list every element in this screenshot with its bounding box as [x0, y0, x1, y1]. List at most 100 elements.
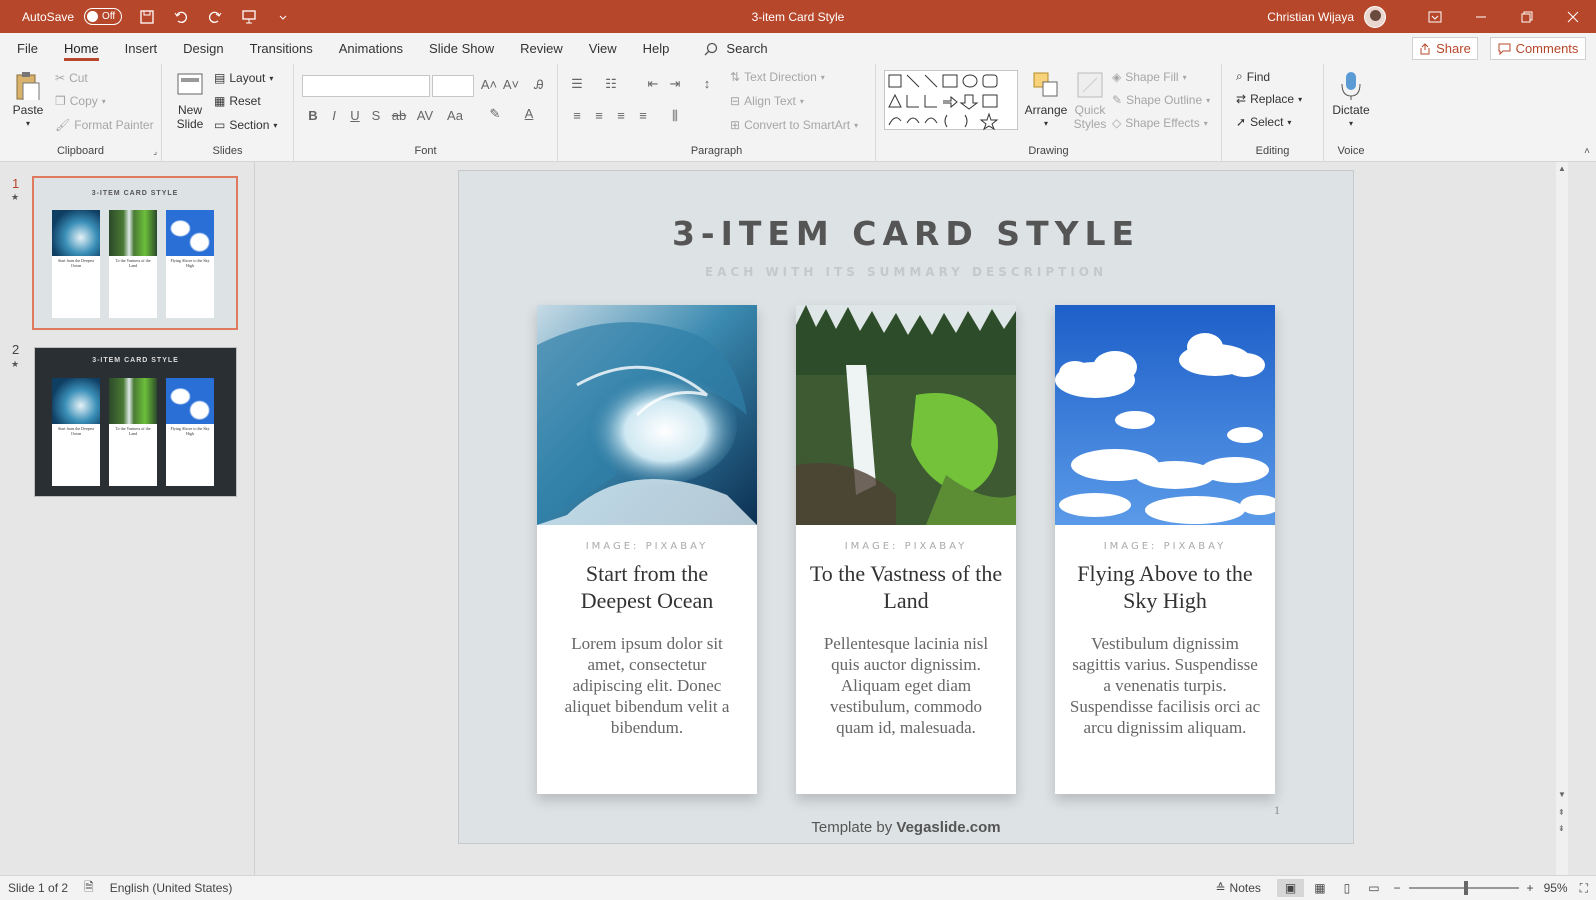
- fit-to-window-icon[interactable]: ⛶: [1580, 881, 1588, 896]
- format-painter-button[interactable]: 🖌 Format Painter: [55, 118, 154, 132]
- bold-icon[interactable]: B: [304, 108, 322, 123]
- spell-check-icon[interactable]: 🗎: [84, 878, 94, 899]
- card-body[interactable]: Lorem ipsum dolor sit amet, consectetur …: [551, 633, 743, 738]
- highlight-color-icon[interactable]: ✎: [486, 106, 504, 122]
- numbering-icon[interactable]: ☷: [602, 76, 620, 92]
- collapse-ribbon-icon[interactable]: ˄: [1584, 146, 1590, 157]
- waterfall-forest-image[interactable]: [796, 305, 1016, 525]
- zoom-level[interactable]: 95%: [1544, 881, 1568, 895]
- card-heading[interactable]: Start from the Deepest Ocean: [549, 560, 745, 614]
- minimize-icon[interactable]: [1458, 0, 1504, 33]
- card-body[interactable]: Vestibulum dignissim sagittis varius. Su…: [1069, 633, 1261, 738]
- restore-icon[interactable]: [1504, 0, 1550, 33]
- slide-thumbnail-1[interactable]: 3-ITEM CARD STYLE Start from the Deepest…: [32, 176, 238, 330]
- card-heading[interactable]: Flying Above to the Sky High: [1067, 560, 1263, 614]
- redo-icon[interactable]: [206, 8, 224, 26]
- share-button[interactable]: Share: [1412, 37, 1478, 60]
- vertical-scrollbar[interactable]: ▲ ▼ ⇞ ⇟: [1556, 162, 1568, 875]
- comments-button[interactable]: Comments: [1490, 37, 1586, 60]
- shape-fill-button[interactable]: ◈ Shape Fill ▾: [1112, 70, 1187, 84]
- avatar[interactable]: [1364, 5, 1386, 28]
- bullets-icon[interactable]: ☰: [568, 76, 586, 92]
- zoom-slider-thumb[interactable]: [1463, 881, 1468, 895]
- card-land[interactable]: IMAGE: PIXABAY To the Vastness of the La…: [796, 305, 1016, 794]
- tab-insert[interactable]: Insert: [112, 33, 171, 64]
- slide-subtitle[interactable]: EACH WITH ITS SUMMARY DESCRIPTION: [459, 265, 1353, 279]
- copy-button[interactable]: ❐ Copy ▾: [55, 94, 106, 108]
- tab-slide-show[interactable]: Slide Show: [416, 33, 507, 64]
- customize-toolbar-icon[interactable]: [274, 8, 292, 26]
- zoom-out-icon[interactable]: −: [1394, 881, 1401, 895]
- shape-effects-button[interactable]: ◇ Shape Effects ▾: [1112, 116, 1208, 130]
- text-direction-button[interactable]: ⇅ Text Direction ▾: [730, 70, 825, 84]
- change-case-icon[interactable]: Aa: [446, 108, 464, 123]
- blue-sky-image[interactable]: [1055, 305, 1275, 525]
- layout-button[interactable]: ▤ Layout ▾: [214, 71, 273, 85]
- columns-icon[interactable]: ⫼: [666, 108, 684, 124]
- close-icon[interactable]: [1550, 0, 1596, 33]
- slide-footer[interactable]: Template by Vegaslide.com: [459, 819, 1353, 836]
- card-sky[interactable]: IMAGE: PIXABAY Flying Above to the Sky H…: [1055, 305, 1275, 794]
- font-size-dropdown[interactable]: [432, 75, 474, 97]
- arrange-button[interactable]: Arrange ▾: [1024, 70, 1068, 131]
- new-slide-button[interactable]: New Slide: [170, 70, 210, 131]
- tab-review[interactable]: Review: [507, 33, 576, 64]
- previous-slide-icon[interactable]: ⇞: [1558, 808, 1565, 817]
- card-heading[interactable]: To the Vastness of the Land: [808, 560, 1004, 614]
- dialog-launcher-icon[interactable]: ⌟: [153, 147, 157, 156]
- reset-button[interactable]: ▦ Reset: [214, 94, 261, 108]
- shapes-gallery[interactable]: [884, 70, 1018, 131]
- tab-design[interactable]: Design: [170, 33, 236, 64]
- slide-sorter-icon[interactable]: ▦: [1314, 881, 1325, 895]
- clear-formatting-icon[interactable]: Ꭿ: [530, 77, 548, 93]
- slide-thumbnail-2[interactable]: 3-ITEM CARD STYLE Start from the Deepest…: [34, 347, 237, 497]
- search-box[interactable]: Search: [704, 41, 768, 56]
- ocean-wave-image[interactable]: [537, 305, 757, 525]
- align-text-button[interactable]: ⊟ Align Text ▾: [730, 94, 804, 108]
- line-spacing-icon[interactable]: ↕: [698, 76, 716, 91]
- normal-view-icon[interactable]: ▣: [1276, 879, 1305, 897]
- slideshow-icon[interactable]: ▭: [1368, 881, 1379, 895]
- zoom-in-icon[interactable]: +: [1527, 881, 1534, 895]
- decrease-font-size-icon[interactable]: A˅: [502, 77, 520, 92]
- decrease-indent-icon[interactable]: ⇤: [644, 76, 662, 92]
- dictate-button[interactable]: Dictate ▾: [1328, 70, 1374, 131]
- justify-icon[interactable]: ≡: [634, 108, 652, 123]
- present-icon[interactable]: [240, 8, 258, 26]
- find-button[interactable]: ⌕ Find: [1236, 69, 1270, 84]
- italic-icon[interactable]: I: [325, 108, 343, 123]
- font-family-dropdown[interactable]: [302, 75, 430, 97]
- scroll-down-icon[interactable]: ▼: [1558, 790, 1566, 799]
- slide-canvas[interactable]: 3-ITEM CARD STYLE EACH WITH ITS SUMMARY …: [458, 170, 1354, 844]
- align-right-icon[interactable]: ≡: [612, 108, 630, 123]
- tab-animations[interactable]: Animations: [326, 33, 416, 64]
- language-indicator[interactable]: English (United States): [110, 881, 233, 895]
- cut-button[interactable]: ✂ Cut: [55, 71, 88, 85]
- increase-font-size-icon[interactable]: A˄: [480, 77, 498, 92]
- convert-smartart-button[interactable]: ⊞ Convert to SmartArt ▾: [730, 118, 858, 132]
- next-slide-icon[interactable]: ⇟: [1558, 824, 1565, 833]
- align-left-icon[interactable]: ≡: [568, 108, 586, 123]
- font-color-icon[interactable]: A: [520, 106, 538, 121]
- quick-styles-button[interactable]: Quick Styles: [1070, 70, 1110, 131]
- undo-icon[interactable]: [172, 8, 190, 26]
- align-center-icon[interactable]: ≡: [590, 108, 608, 123]
- paste-button[interactable]: Paste ▾: [10, 70, 46, 131]
- scroll-up-icon[interactable]: ▲: [1558, 164, 1566, 173]
- character-spacing-icon[interactable]: AV: [416, 108, 434, 123]
- user-name[interactable]: Christian Wijaya: [1267, 10, 1354, 24]
- reading-view-icon[interactable]: ▯: [1344, 881, 1351, 895]
- paste-dropdown-icon[interactable]: ▾: [26, 117, 30, 131]
- autosave-toggle[interactable]: Off: [84, 8, 123, 25]
- replace-button[interactable]: ⇄ Replace ▾: [1236, 92, 1302, 106]
- slide-title[interactable]: 3-ITEM CARD STYLE: [459, 214, 1353, 253]
- tab-file[interactable]: File: [4, 33, 51, 64]
- text-shadow-icon[interactable]: S: [367, 108, 385, 123]
- tab-view[interactable]: View: [576, 33, 630, 64]
- notes-button[interactable]: ≙ Notes: [1215, 881, 1260, 895]
- ribbon-display-options-icon[interactable]: [1412, 0, 1458, 33]
- tab-help[interactable]: Help: [630, 33, 683, 64]
- increase-indent-icon[interactable]: ⇥: [666, 76, 684, 92]
- section-button[interactable]: ▭ Section ▾: [214, 118, 277, 132]
- tab-home[interactable]: Home: [51, 33, 112, 64]
